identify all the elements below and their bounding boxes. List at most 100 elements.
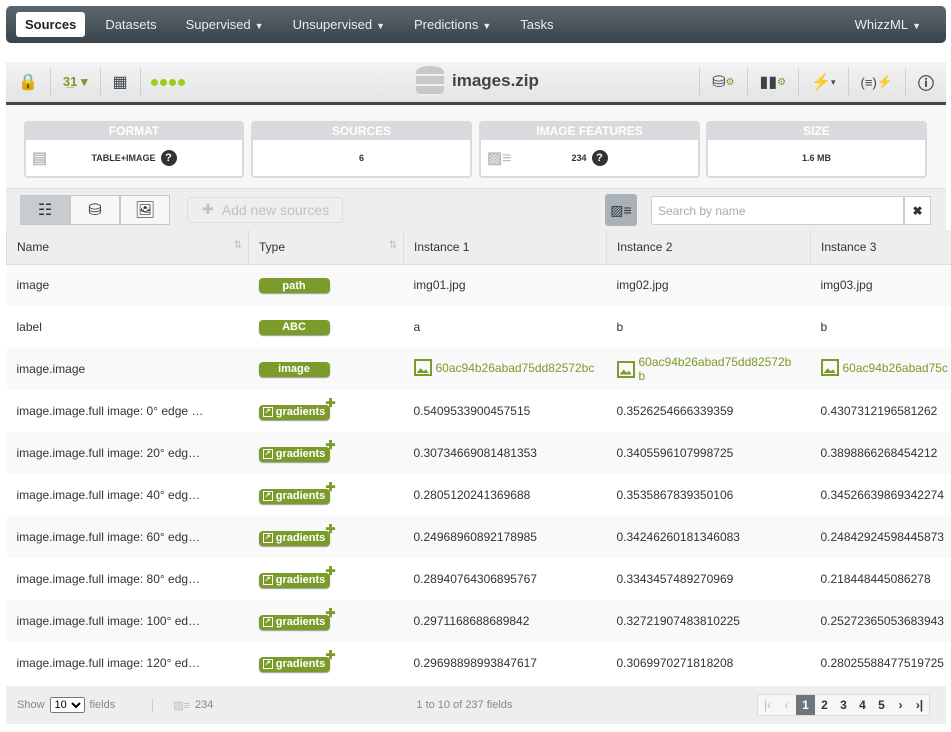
images-view-tab[interactable]: 🖼 bbox=[120, 194, 170, 225]
image-id: 60ac94b26abad75c bbox=[842, 360, 948, 375]
view-bar: ☷ ⛁ 🖼 ✚ Add new sources ▨≡ ✖ bbox=[6, 189, 946, 230]
image-link[interactable]: 60ac94b26abad75dd82572bb bbox=[616, 355, 797, 383]
type-badge-gradients[interactable]: ↗ gradients ✚ bbox=[258, 438, 336, 462]
card-label: SOURCES bbox=[253, 123, 470, 140]
column-header-instance-3[interactable]: Instance 3 bbox=[810, 230, 951, 265]
table-row[interactable]: image path img01.jpg img02.jpg img03.jpg bbox=[6, 264, 951, 306]
one-click-menu-icon[interactable]: ⚡ ▾ bbox=[798, 68, 847, 96]
table-row[interactable]: image.image.full image: 0° edge … ↗ gradie… bbox=[6, 390, 951, 432]
gradient-icon: ↗ bbox=[262, 491, 273, 502]
unlock-config-icon[interactable]: ▦ bbox=[101, 68, 141, 96]
type-badge-gradients[interactable]: ↗ gradients ✚ bbox=[258, 522, 336, 546]
pagination: |‹ ‹ 1 2 3 4 5 › ›| bbox=[757, 694, 930, 716]
instance-value: 60ac94b26abad75dd82572bb bbox=[606, 348, 811, 390]
caret-down-icon: ▼ bbox=[912, 21, 921, 31]
nav-item-supervised[interactable]: Supervised ▼ bbox=[177, 12, 273, 37]
first-page-button[interactable]: |‹ bbox=[758, 695, 777, 715]
plus-icon[interactable]: ✚ bbox=[325, 522, 335, 536]
type-badge-image[interactable]: image bbox=[258, 361, 330, 377]
table-row[interactable]: image.image.full image: 60° edg… ↗ gradien… bbox=[6, 516, 951, 558]
type-badge-gradients[interactable]: ↗ gradients ✚ bbox=[258, 606, 336, 630]
nav-item-datasets[interactable]: Datasets bbox=[96, 12, 165, 37]
field-name: image.image.full image: 100° ed… bbox=[6, 600, 249, 642]
image-id: 60ac94b26abad75dd82572bb bbox=[638, 355, 792, 383]
image-link[interactable]: 60ac94b26abad75dd82572bc bbox=[413, 359, 594, 376]
lock-icon[interactable]: 🔒 bbox=[6, 68, 51, 96]
nav-label: Sources bbox=[25, 17, 77, 32]
field-type: ↗ gradients ✚ bbox=[248, 600, 404, 642]
instance-value: 0.34526639869342274 bbox=[810, 474, 951, 516]
instance-value: 0.3526254666339359 bbox=[606, 390, 811, 432]
column-header-type[interactable]: Type ⇅ bbox=[248, 230, 404, 265]
table-row[interactable]: label ABC a b b bbox=[6, 306, 951, 348]
help-icon[interactable]: ? bbox=[591, 150, 608, 166]
next-page-button[interactable]: › bbox=[891, 695, 910, 715]
page-button-1[interactable]: 1 bbox=[796, 695, 815, 715]
page-size-select[interactable]: 10 bbox=[49, 697, 85, 713]
last-page-button[interactable]: ›| bbox=[910, 695, 929, 715]
nav-item-tasks[interactable]: Tasks bbox=[511, 12, 562, 37]
image-features-toggle[interactable]: ▨≡ bbox=[605, 194, 637, 226]
database-icon: ⛁ bbox=[88, 201, 102, 219]
table-row[interactable]: image.image.full image: 40° edg… ↗ gradien… bbox=[6, 474, 951, 516]
dataset-config-icon[interactable]: ⛁ ⚙ bbox=[699, 68, 746, 96]
plus-icon[interactable]: ✚ bbox=[325, 438, 335, 452]
chart-config-icon[interactable]: ▮▮ ⚙ bbox=[746, 68, 799, 96]
card-value: 6 bbox=[358, 153, 364, 163]
table-row[interactable]: image.image.full image: 80° edg… ↗ gradien… bbox=[6, 558, 951, 600]
page-button-4[interactable]: 4 bbox=[853, 695, 872, 715]
image-link[interactable]: 60ac94b26abad75c bbox=[820, 359, 948, 376]
nav-item-whizzml[interactable]: WhizzML ▼ bbox=[846, 12, 930, 37]
clear-search-icon[interactable]: ✖ bbox=[904, 196, 931, 225]
page-button-2[interactable]: 2 bbox=[815, 695, 834, 715]
feature-count: 234 bbox=[195, 699, 214, 711]
nav-item-unsupervised[interactable]: Unsupervised ▼ bbox=[284, 12, 394, 37]
sources-view-tab[interactable]: ⛁ bbox=[70, 194, 120, 225]
nav-label: Tasks bbox=[520, 17, 554, 32]
search-input[interactable] bbox=[651, 196, 904, 225]
header-label: Instance 3 bbox=[821, 239, 877, 254]
header-label: Type bbox=[259, 239, 286, 254]
table-row[interactable]: image.image image 60ac94b26abad75dd82572bc… bbox=[6, 348, 951, 390]
instance-value: 0.28940764306895767 bbox=[403, 558, 607, 600]
instance-value: 0.30734669081481353 bbox=[403, 432, 607, 474]
type-badge-path[interactable]: path bbox=[258, 278, 330, 293]
info-icon[interactable]: ⓘ bbox=[904, 68, 946, 96]
nav-item-predictions[interactable]: Predictions ▼ bbox=[405, 12, 500, 37]
fields-view-tab[interactable]: ☷ bbox=[20, 194, 70, 225]
card-value: 234 bbox=[571, 153, 587, 163]
sort-icon[interactable]: ⇅ bbox=[389, 240, 397, 251]
type-badge-gradients[interactable]: ↗ gradients ✚ bbox=[258, 480, 336, 504]
column-header-instance-1[interactable]: Instance 1 bbox=[403, 230, 607, 265]
status-dots bbox=[141, 78, 185, 86]
column-header-name[interactable]: Name ⇅ bbox=[6, 230, 249, 265]
table-row[interactable]: image.image.full image: 120° ed… ↗ gradien… bbox=[6, 642, 951, 684]
field-type: ↗ gradients ✚ bbox=[248, 558, 404, 600]
type-badge-gradients[interactable]: ↗ gradients ✚ bbox=[258, 648, 336, 672]
script-menu-icon[interactable]: (≡) ⚡ bbox=[847, 68, 905, 96]
column-header-instance-2[interactable]: Instance 2 bbox=[606, 230, 811, 265]
prev-page-button[interactable]: ‹ bbox=[777, 695, 796, 715]
top-nav: Sources Datasets Supervised ▼ Unsupervised ▼ P… bbox=[6, 6, 946, 43]
type-label: gradients bbox=[275, 448, 326, 461]
type-badge-gradients[interactable]: ↗ gradients ✚ bbox=[258, 396, 336, 420]
page-button-3[interactable]: 3 bbox=[834, 695, 853, 715]
help-icon[interactable]: ? bbox=[160, 150, 177, 166]
field-types-menu-icon[interactable]: 3̲1 ▾ bbox=[51, 68, 101, 96]
table-row[interactable]: image.image.full image: 100° ed… ↗ gradien… bbox=[6, 600, 951, 642]
field-type: ↗ gradients ✚ bbox=[248, 516, 404, 558]
add-new-sources-button[interactable]: ✚ Add new sources bbox=[187, 196, 343, 223]
plus-icon[interactable]: ✚ bbox=[325, 396, 335, 410]
card-value: 1.6 MB bbox=[801, 153, 831, 163]
plus-icon[interactable]: ✚ bbox=[325, 606, 335, 620]
plus-icon[interactable]: ✚ bbox=[325, 564, 335, 578]
plus-icon[interactable]: ✚ bbox=[325, 480, 335, 494]
page-button-5[interactable]: 5 bbox=[872, 695, 891, 715]
plus-icon[interactable]: ✚ bbox=[325, 648, 335, 662]
type-badge-abc[interactable]: ABC bbox=[258, 319, 330, 335]
field-name: label bbox=[6, 306, 249, 348]
sort-icon[interactable]: ⇅ bbox=[234, 240, 242, 251]
nav-item-sources[interactable]: Sources bbox=[16, 12, 86, 37]
table-row[interactable]: image.image.full image: 20° edg… ↗ gradien… bbox=[6, 432, 951, 474]
type-badge-gradients[interactable]: ↗ gradients ✚ bbox=[258, 564, 336, 588]
